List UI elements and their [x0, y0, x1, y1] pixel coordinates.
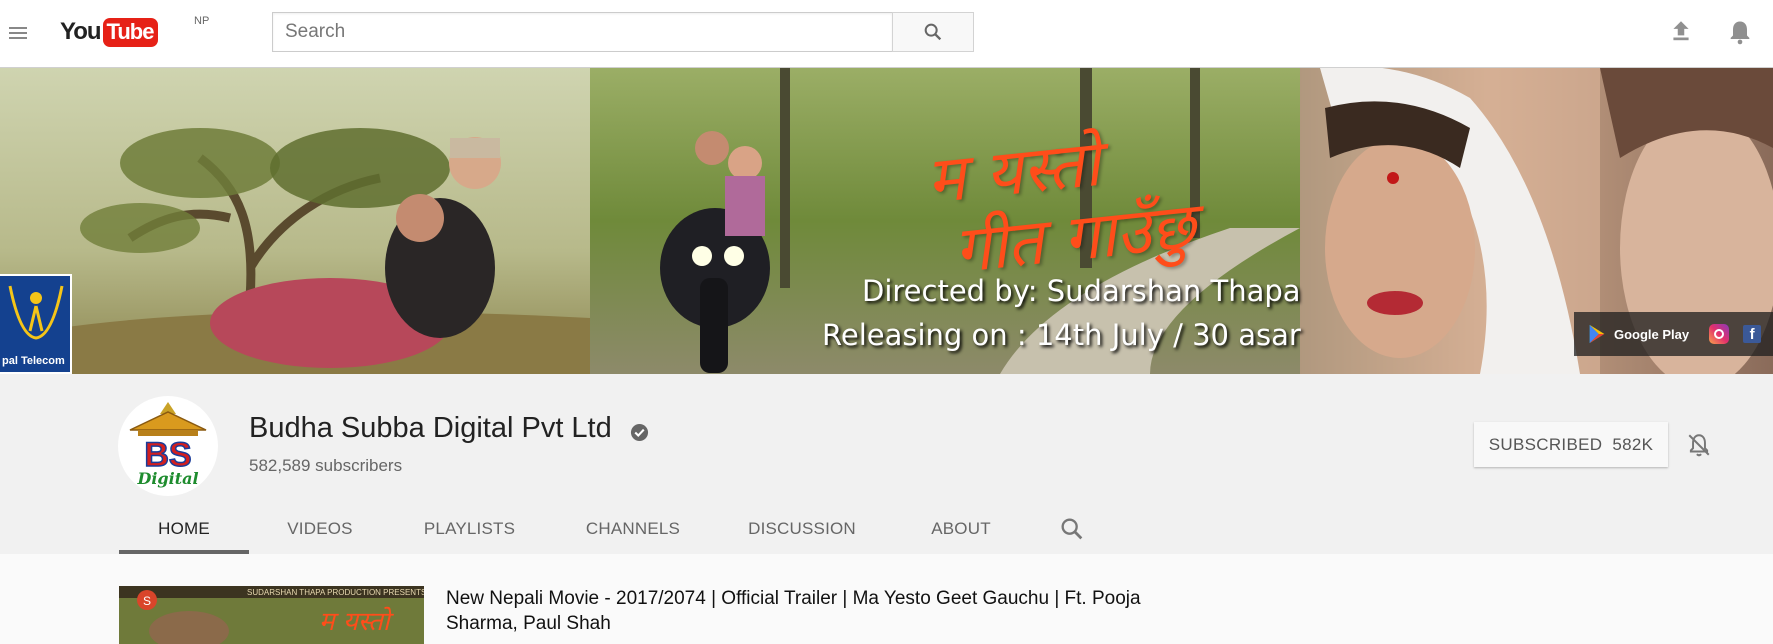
instagram-icon[interactable] — [1709, 324, 1730, 344]
tab-playlists[interactable]: PLAYLISTS — [391, 504, 548, 554]
logo-tube-text: Tube — [102, 17, 159, 47]
thumbnail-image: S SUDARSHAN THAPA PRODUCTION PRESENTS म … — [119, 586, 424, 644]
tab-home[interactable]: HOME — [119, 504, 249, 554]
search-input[interactable] — [272, 12, 892, 52]
logo-you-text: You — [60, 18, 102, 45]
subscribe-label: SUBSCRIBED — [1488, 434, 1603, 454]
subscriber-count: 582,589 subscribers — [249, 456, 403, 475]
sponsor-name: pal Telecom — [2, 355, 65, 367]
banner-movie-title: म यस्तो गीत गाउँछु — [923, 119, 1199, 290]
tab-home-label: HOME — [158, 519, 210, 538]
tab-channels[interactable]: CHANNELS — [548, 504, 718, 554]
featured-video-title[interactable]: New Nepali Movie - 2017/2074 | Official … — [446, 586, 1146, 636]
tab-about[interactable]: ABOUT — [886, 504, 1036, 554]
avatar[interactable]: BS Digital — [118, 396, 218, 496]
google-play-link[interactable]: Google Play — [1586, 323, 1689, 345]
subscribe-button[interactable]: SUBSCRIBED 582K — [1474, 422, 1668, 467]
verified-check-icon — [630, 423, 649, 442]
country-code: NP — [194, 15, 210, 27]
tab-videos[interactable]: VIDEOS — [249, 504, 391, 554]
channel-name: Budha Subba Digital Pvt Ltd — [249, 412, 612, 444]
thumb-title: म यस्तो — [319, 606, 395, 637]
bell-off-icon[interactable] — [1686, 432, 1712, 458]
search-button[interactable] — [892, 12, 974, 52]
home-content: S SUDARSHAN THAPA PRODUCTION PRESENTS म … — [0, 554, 1773, 644]
bell-icon[interactable] — [1726, 18, 1754, 46]
thumb-caption: SUDARSHAN THAPA PRODUCTION PRESENTS — [247, 588, 424, 597]
subscribe-count: 582K — [1612, 434, 1654, 454]
banner-release-text: Releasing on : 14th July / 30 asar — [822, 318, 1301, 352]
search-icon — [1061, 518, 1083, 540]
svg-text:S: S — [143, 594, 151, 608]
upload-icon[interactable] — [1668, 18, 1694, 44]
hamburger-menu-icon[interactable] — [6, 21, 30, 45]
banner-director-text: Directed by: Sudarshan Thapa — [862, 274, 1301, 308]
tab-discussion[interactable]: DISCUSSION — [718, 504, 886, 554]
tab-about-label: ABOUT — [931, 519, 991, 538]
channel-logo: BS Digital — [129, 402, 207, 488]
tab-discussion-label: DISCUSSION — [748, 519, 856, 538]
google-play-label: Google Play — [1614, 326, 1690, 342]
tab-channels-label: CHANNELS — [585, 519, 681, 538]
tab-playlists-label: PLAYLISTS — [423, 519, 516, 538]
channel-header: BS Digital Budha Subba Digital Pvt Ltd 5… — [0, 374, 1773, 554]
search-icon — [924, 23, 942, 41]
banner-links: Google Play f — [1574, 312, 1773, 356]
tab-videos-label: VIDEOS — [287, 519, 353, 538]
masthead: You Tube NP — [0, 0, 1773, 68]
youtube-logo[interactable]: You Tube NP — [60, 15, 209, 48]
channel-banner: म यस्तो गीत गाउँछु Directed by: Sudarsha… — [0, 68, 1773, 374]
channel-tabs: HOME VIDEOS PLAYLISTS CHANNELS DISCUSSIO… — [119, 504, 1086, 554]
tab-search[interactable] — [1036, 504, 1086, 554]
avatar-subtext: Digital — [136, 469, 198, 488]
search-box — [272, 12, 974, 52]
nepal-telecom-emblem-icon — [8, 285, 64, 340]
video-thumbnail[interactable]: S SUDARSHAN THAPA PRODUCTION PRESENTS म … — [119, 586, 424, 644]
facebook-icon[interactable]: f — [1743, 325, 1762, 343]
google-play-icon — [1589, 324, 1605, 344]
